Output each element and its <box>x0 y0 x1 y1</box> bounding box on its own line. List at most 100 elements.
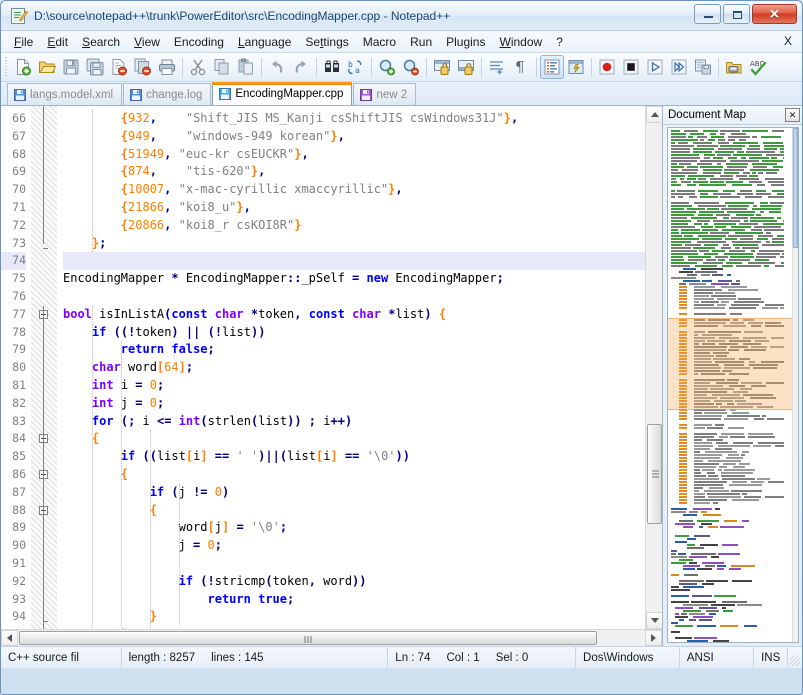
zoom-out-icon[interactable] <box>399 55 423 79</box>
minimize-button[interactable] <box>694 4 721 24</box>
save-macro-icon[interactable] <box>691 55 715 79</box>
minimap-token <box>694 535 710 537</box>
minimap-token <box>730 409 736 411</box>
minimap-token <box>698 235 726 237</box>
user-defined-language-icon[interactable] <box>564 55 588 79</box>
sync-vertical-scroll-icon[interactable] <box>430 55 454 79</box>
scroll-down-button[interactable] <box>646 612 662 629</box>
menu-item-help[interactable]: ? <box>549 33 570 51</box>
zoom-in-icon[interactable] <box>375 55 399 79</box>
vertical-scroll-thumb[interactable] <box>647 424 662 524</box>
undo-icon[interactable] <box>265 55 289 79</box>
window-resize-grip[interactable] <box>788 647 802 668</box>
minimap-token <box>679 370 687 372</box>
stop-recording-icon[interactable] <box>619 55 643 79</box>
save-all-icon[interactable] <box>83 55 107 79</box>
notepad-plus-plus-window: D:\source\notepad++\trunk\PowerEditor\sr… <box>0 0 803 695</box>
menu-item-plugins[interactable]: Plugins <box>439 33 492 51</box>
redo-icon[interactable] <box>289 55 313 79</box>
minimap-token <box>671 589 690 591</box>
find-icon[interactable] <box>320 55 344 79</box>
minimap-token <box>697 568 712 570</box>
menu-item-settings[interactable]: Settings <box>298 33 355 51</box>
close-document-button[interactable]: X <box>784 34 792 48</box>
minimap-token <box>731 490 762 492</box>
editor-horizontal-scrollbar[interactable] <box>1 629 662 646</box>
tab-label: langs.model.xml <box>30 89 113 101</box>
indent-guide-icon[interactable] <box>540 55 564 79</box>
menu-item-edit[interactable]: Edit <box>40 33 75 51</box>
maximize-button[interactable] <box>723 4 750 24</box>
menu-item-view[interactable]: View <box>127 33 167 51</box>
minimap-token <box>694 502 710 504</box>
play-macro-icon[interactable] <box>643 55 667 79</box>
menu-item-encoding[interactable]: Encoding <box>167 33 231 51</box>
spell-check-icon[interactable]: ABC <box>746 55 770 79</box>
save-icon[interactable] <box>59 55 83 79</box>
close-all-files-icon[interactable] <box>131 55 155 79</box>
minimap-token <box>685 244 701 246</box>
run-macro-multiple-icon[interactable] <box>667 55 691 79</box>
code-editor[interactable]: 6667686970717273747576777879808182838485… <box>1 106 662 629</box>
minimap-scrollbar[interactable] <box>792 128 798 642</box>
menu-item-search[interactable]: Search <box>75 33 127 51</box>
minimap-token <box>743 343 761 345</box>
tab-new-2[interactable]: new 2 <box>353 83 416 105</box>
minimap-token <box>694 313 726 315</box>
horizontal-scroll-thumb[interactable] <box>19 631 597 645</box>
record-macro-icon[interactable] <box>595 55 619 79</box>
minimap-token <box>724 418 748 420</box>
menu-item-file[interactable]: File <box>7 33 40 51</box>
close-icon[interactable]: ✕ <box>785 108 800 122</box>
minimap-token <box>742 130 768 132</box>
minimap-token <box>694 322 726 324</box>
menu-item-run[interactable]: Run <box>403 33 439 51</box>
toolbar-grip[interactable] <box>3 57 9 77</box>
word-wrap-icon[interactable] <box>485 55 509 79</box>
minimap-token <box>694 496 705 498</box>
code-text-area[interactable]: {932, "Shift_JIS MS_Kanji csShiftJIS csW… <box>57 106 662 629</box>
scroll-left-button[interactable] <box>1 630 18 646</box>
open-file-icon[interactable] <box>35 55 59 79</box>
code-folding-margin[interactable] <box>31 106 57 629</box>
minimap-token <box>694 484 723 486</box>
minimap-token <box>715 256 728 258</box>
menu-item-language[interactable]: Language <box>231 33 298 51</box>
paste-icon[interactable] <box>234 55 258 79</box>
minimap-token <box>725 202 754 204</box>
minimap-token <box>679 448 687 450</box>
chevron-up-icon <box>651 112 659 117</box>
tab-change-log[interactable]: change.log <box>123 83 211 105</box>
minimap-token <box>671 562 686 564</box>
minimap-token <box>708 319 730 321</box>
scroll-up-button[interactable] <box>646 106 662 123</box>
minimap-token <box>698 214 713 216</box>
sync-horizontal-scroll-icon[interactable] <box>454 55 478 79</box>
document-map-body[interactable] <box>667 127 799 643</box>
cut-icon[interactable] <box>186 55 210 79</box>
close-window-button[interactable]: ✕ <box>752 4 797 24</box>
replace-icon[interactable]: ba <box>344 55 368 79</box>
minimap-token <box>732 580 752 582</box>
copy-icon[interactable] <box>210 55 234 79</box>
minimap-token <box>743 319 754 321</box>
close-file-icon[interactable] <box>107 55 131 79</box>
minimap-scroll-thumb[interactable] <box>793 128 798 248</box>
menu-item-window[interactable]: Window <box>492 33 549 51</box>
minimap-token <box>748 433 773 435</box>
minimap-token <box>679 382 687 384</box>
new-file-icon[interactable] <box>11 55 35 79</box>
print-icon[interactable] <box>155 55 179 79</box>
show-all-characters-icon[interactable]: ¶ <box>509 55 533 79</box>
scroll-right-button[interactable] <box>645 630 662 646</box>
minimap-token <box>679 319 687 321</box>
tab-langs-model-xml[interactable]: langs.model.xml <box>7 83 122 105</box>
status-eol-format: Dos\Windows <box>576 647 680 668</box>
menu-item-macro[interactable]: Macro <box>356 33 403 51</box>
editor-vertical-scrollbar[interactable] <box>645 106 662 629</box>
tab-encodingmapper-cpp[interactable]: EncodingMapper.cpp <box>212 82 352 105</box>
minimap-token <box>770 202 784 204</box>
minimap-token <box>679 463 687 465</box>
minimap-token <box>718 148 742 150</box>
run-icon[interactable] <box>722 55 746 79</box>
